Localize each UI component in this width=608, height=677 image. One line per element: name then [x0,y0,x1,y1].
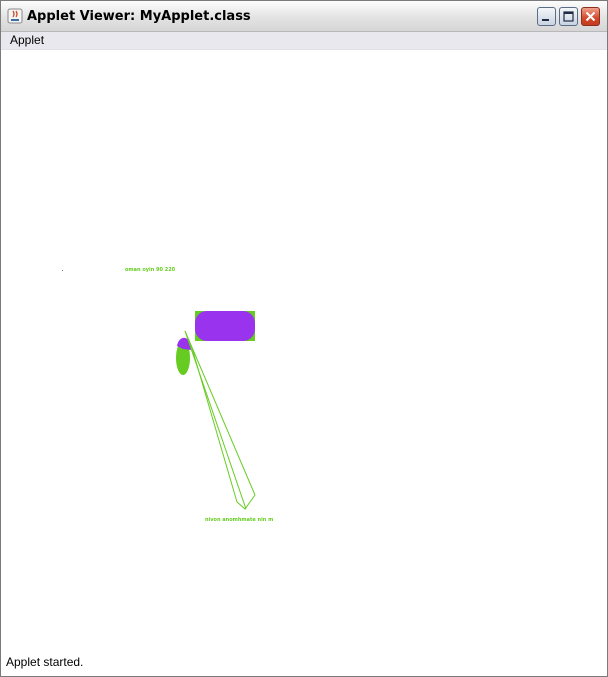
close-icon [585,11,596,22]
applet-drawing: oman oyin 90 220 nivon anomhmate nin m [62,267,273,523]
status-text: Applet started. [6,655,84,669]
title-bar[interactable]: Applet Viewer: MyApplet.class [1,1,607,32]
canvas-dot [62,270,63,271]
purple-rounded-rectangle [195,311,255,341]
minimize-icon [542,19,549,21]
menu-applet[interactable]: Applet [10,33,44,47]
green-inner-line [184,330,247,510]
maximize-button[interactable] [559,7,578,26]
maximize-icon [563,11,574,22]
close-button[interactable] [581,7,600,26]
minimize-button[interactable] [537,7,556,26]
applet-viewer-window: Applet Viewer: MyApplet.class Applet oma [0,0,608,677]
window-title: Applet Viewer: MyApplet.class [27,9,251,24]
applet-canvas[interactable]: oman oyin 90 220 nivon anomhmate nin m [5,50,603,653]
canvas-text-lower: nivon anomhmate nin m [205,517,273,523]
green-outline-polygon [184,330,256,510]
menu-bar: Applet [1,32,607,50]
java-icon [7,8,23,24]
status-bar: Applet started. [5,653,605,673]
canvas-text-upper: oman oyin 90 220 [125,267,176,273]
